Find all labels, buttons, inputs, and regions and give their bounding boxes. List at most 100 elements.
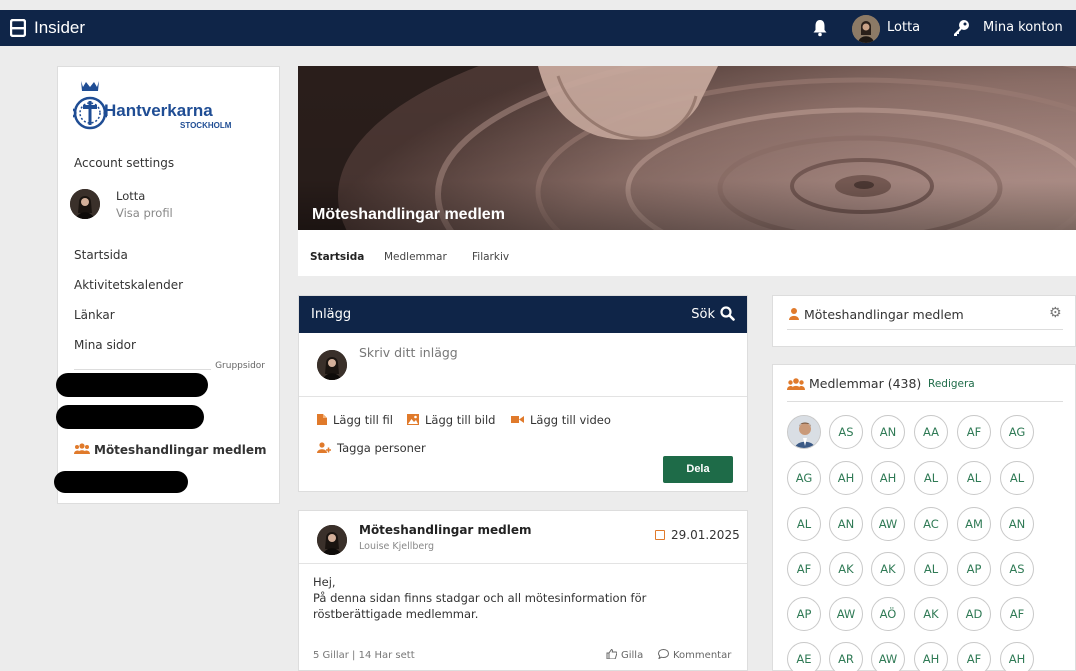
member-avatar[interactable]: AF — [787, 552, 821, 586]
like-button[interactable]: Gilla — [606, 648, 644, 661]
users-icon — [787, 378, 805, 390]
add-file-label: Lägg till fil — [333, 413, 393, 427]
comment-icon — [657, 648, 670, 660]
post-title[interactable]: Möteshandlingar medlem — [359, 523, 532, 537]
post-stats[interactable]: 5 Gillar | 14 Har sett — [313, 650, 415, 661]
sidebar-item-lankar[interactable]: Länkar — [74, 308, 115, 322]
post-divider — [299, 563, 747, 564]
member-avatar[interactable]: AL — [1000, 461, 1034, 495]
post-author[interactable]: Louise Kjellberg — [359, 541, 434, 552]
add-file-button[interactable]: Lägg till fil — [317, 413, 393, 427]
member-avatar[interactable]: AH — [1000, 642, 1034, 671]
app-logo-icon[interactable] — [10, 19, 26, 37]
member-avatar[interactable]: AW — [871, 507, 905, 541]
share-button[interactable]: Dela — [663, 456, 733, 483]
member-avatar[interactable]: AN — [871, 415, 905, 449]
member-avatar[interactable]: AA — [914, 415, 948, 449]
member-avatar[interactable]: AN — [829, 507, 863, 541]
member-avatar[interactable]: AG — [787, 461, 821, 495]
member-avatar[interactable]: AR — [829, 642, 863, 671]
comment-button[interactable]: Kommentar — [657, 648, 732, 661]
edit-members-link[interactable]: Redigera — [928, 378, 975, 390]
app-title[interactable]: Insider — [34, 18, 85, 38]
sidebar-item-mina-sidor[interactable]: Mina sidor — [74, 338, 136, 352]
post-composer-input[interactable]: Skriv ditt inlägg — [359, 345, 458, 360]
member-avatar[interactable]: AL — [957, 461, 991, 495]
member-avatar[interactable]: AH — [871, 461, 905, 495]
post-card: Möteshandlingar medlem Louise Kjellberg … — [298, 510, 748, 671]
add-video-button[interactable]: Lägg till video — [511, 413, 611, 427]
post-author-avatar[interactable] — [317, 525, 347, 555]
thumbs-up-icon — [606, 648, 618, 660]
member-avatar[interactable]: AH — [914, 642, 948, 671]
like-label: Gilla — [621, 650, 644, 661]
post-body: Hej, På denna sidan finns stadgar och al… — [313, 574, 733, 622]
composer-divider — [299, 396, 747, 397]
member-avatar[interactable]: AM — [957, 507, 991, 541]
member-avatar-photo[interactable] — [787, 415, 821, 449]
post-date: 29.01.2025 — [655, 528, 740, 542]
member-avatar[interactable]: AN — [1000, 507, 1034, 541]
bell-icon[interactable] — [812, 19, 828, 37]
logo-city-text: STOCKHOLM — [180, 121, 232, 130]
sidebar-item-aktivitetskalender[interactable]: Aktivitetskalender — [74, 278, 183, 292]
member-avatar[interactable]: AK — [914, 597, 948, 631]
member-avatar[interactable]: AP — [787, 597, 821, 631]
tab-startsida[interactable]: Startsida — [310, 251, 364, 263]
member-avatar[interactable]: AK — [829, 552, 863, 586]
tab-medlemmar[interactable]: Medlemmar — [384, 251, 447, 263]
composer-avatar — [317, 350, 347, 380]
group-info-title: Möteshandlingar medlem — [804, 307, 964, 322]
gear-icon[interactable]: ⚙ — [1049, 305, 1062, 321]
member-avatar[interactable]: AS — [829, 415, 863, 449]
profile-name[interactable]: Lotta — [116, 189, 145, 203]
sidebar-item-startsida[interactable]: Startsida — [74, 248, 128, 262]
view-profile-link[interactable]: Visa profil — [116, 206, 173, 220]
sidebar-group-item-label: Möteshandlingar medlem — [94, 443, 267, 457]
user-avatar[interactable] — [852, 15, 880, 43]
comment-label: Kommentar — [673, 650, 732, 661]
tag-people-label: Tagga personer — [337, 441, 426, 455]
member-avatar[interactable]: AH — [829, 461, 863, 495]
member-avatar[interactable]: AW — [871, 642, 905, 671]
member-avatar[interactable]: AÖ — [871, 597, 905, 631]
member-avatar[interactable]: AK — [871, 552, 905, 586]
group-tabs: Startsida Medlemmar Filarkiv — [298, 230, 1076, 276]
post-greeting: Hej, — [313, 575, 336, 589]
group-banner: Möteshandlingar medlem — [298, 66, 1076, 230]
tab-filarkiv[interactable]: Filarkiv — [472, 251, 509, 263]
profile-avatar[interactable] — [70, 189, 100, 219]
account-settings-link[interactable]: Account settings — [74, 156, 174, 170]
member-avatar[interactable]: AF — [957, 642, 991, 671]
search-link[interactable]: Sök — [691, 307, 715, 322]
sidebar-group-item[interactable]: Möteshandlingar medlem — [74, 443, 267, 457]
member-avatar[interactable]: AS — [1000, 552, 1034, 586]
member-avatar[interactable]: AW — [829, 597, 863, 631]
member-avatar[interactable]: AD — [957, 597, 991, 631]
post-text: På denna sidan finns stadgar och all möt… — [313, 591, 647, 621]
user-name[interactable]: Lotta — [887, 20, 920, 35]
member-avatar[interactable]: AF — [1000, 597, 1034, 631]
calendar-icon — [655, 530, 665, 540]
add-image-button[interactable]: Lägg till bild — [407, 413, 495, 427]
member-avatar[interactable]: AL — [914, 461, 948, 495]
group-info-divider — [787, 329, 1063, 330]
accounts-menu[interactable]: Mina konton — [983, 20, 1063, 35]
member-avatar[interactable]: AC — [914, 507, 948, 541]
organization-logo[interactable]: Hantverkarna STOCKHOLM — [68, 79, 238, 135]
member-avatar[interactable]: AL — [787, 507, 821, 541]
member-avatar[interactable]: AF — [957, 415, 991, 449]
member-avatar[interactable]: AG — [1000, 415, 1034, 449]
video-icon — [511, 416, 524, 423]
group-info-card: Möteshandlingar medlem ⚙ — [772, 295, 1076, 347]
member-avatar[interactable]: AL — [914, 552, 948, 586]
add-video-label: Lägg till video — [530, 413, 611, 427]
post-date-text: 29.01.2025 — [671, 528, 740, 542]
key-icon[interactable] — [952, 19, 970, 37]
tag-people-button[interactable]: Tagga personer — [317, 441, 426, 455]
member-avatar[interactable]: AE — [787, 642, 821, 671]
redaction-bar — [56, 405, 204, 429]
search-icon[interactable] — [720, 306, 735, 321]
members-title[interactable]: Medlemmar (438) — [809, 376, 921, 391]
member-avatar[interactable]: AP — [957, 552, 991, 586]
